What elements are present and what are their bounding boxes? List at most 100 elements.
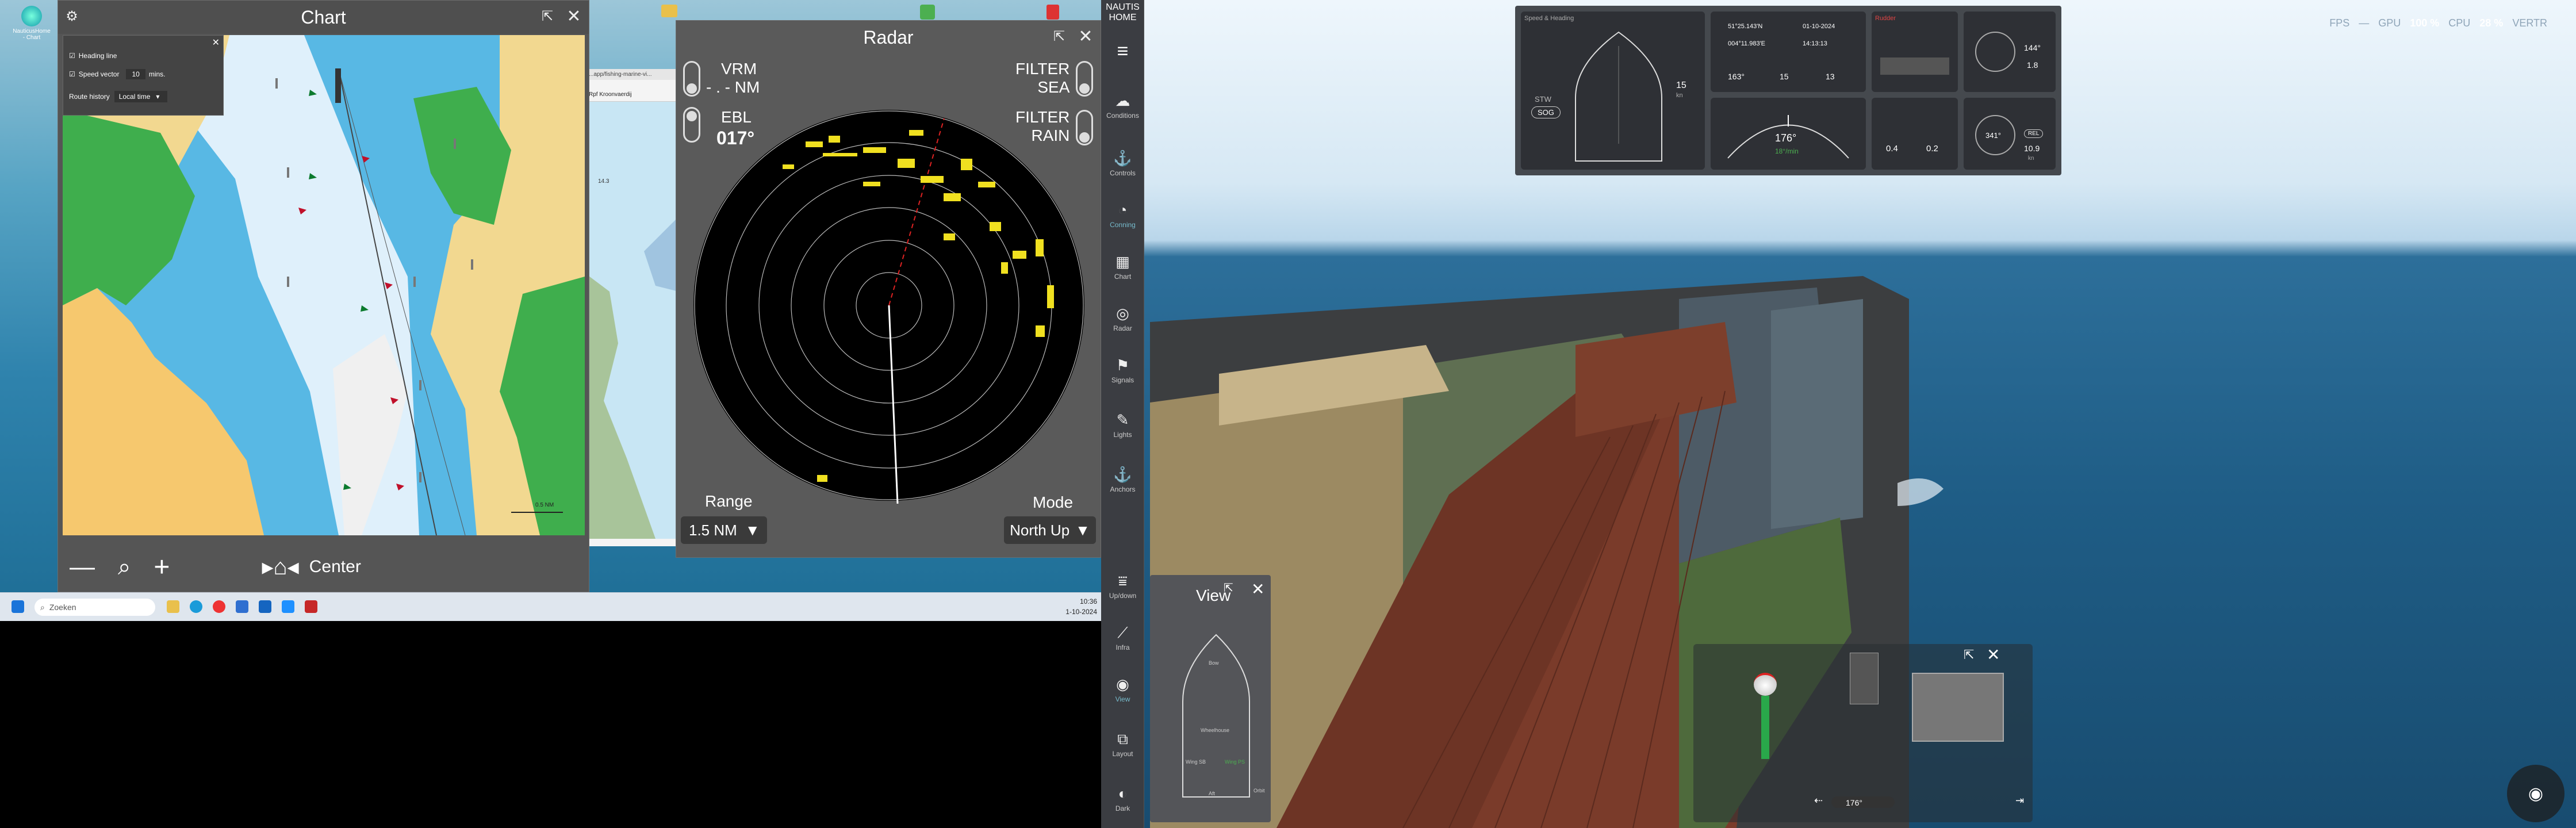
date-value: 01-10-2024 <box>1803 23 1835 30</box>
teams-icon[interactable] <box>282 600 294 613</box>
camera-view-button[interactable]: ◉ <box>2507 765 2564 822</box>
chart-settings-popup[interactable]: ✕ ☑ Heading line ☑ Speed vector 10 mins. R… <box>63 35 224 116</box>
popout-icon[interactable]: ⇱ <box>537 6 558 27</box>
gear-icon[interactable]: ⚙ <box>62 6 82 27</box>
heading-slider[interactable] <box>1831 796 1895 808</box>
clock-time: 10:36 <box>1079 597 1097 605</box>
gpu-value: 100 % <box>2410 17 2440 29</box>
search-icon[interactable]: ⌕ <box>118 554 131 580</box>
position-lat: 51°25.143'N <box>1728 23 1763 30</box>
zoom-in-icon[interactable]: + <box>154 551 170 583</box>
cog-value: 163° <box>1728 72 1745 81</box>
desktop-icon-pdf[interactable] <box>1046 5 1059 20</box>
sidebar-item-layout[interactable]: ⧉ Layout <box>1101 730 1144 758</box>
signal-icon: ⚑ <box>1116 356 1130 374</box>
windows-start-icon[interactable] <box>12 600 24 613</box>
store-icon[interactable] <box>236 600 248 613</box>
chevron-down-icon[interactable]: ▾ <box>156 93 159 101</box>
sog-button[interactable]: SOG <box>1531 106 1561 118</box>
wind-rel-button[interactable]: REL <box>2024 129 2044 138</box>
checkbox-heading-line[interactable]: ☑ <box>69 52 75 60</box>
sidebar-item-signals[interactable]: ⚑ Signals <box>1101 356 1144 384</box>
sidebar-label: Up/down <box>1109 592 1137 600</box>
chart-titlebar[interactable]: ⚙ Chart ⇱ ✕ <box>58 1 589 34</box>
rudder-lever[interactable] <box>1850 653 1879 704</box>
mode-dropdown[interactable]: North Up ▼ <box>1004 516 1096 544</box>
close-icon[interactable]: ✕ <box>564 6 584 27</box>
browser-tab[interactable]: Rpf Kroonvaerdij <box>586 88 678 102</box>
clock-date: 1-10-2024 <box>1065 608 1097 616</box>
chrome-icon[interactable] <box>213 600 225 613</box>
view-wheelhouse-label[interactable]: Wheelhouse <box>1201 727 1229 733</box>
sidebar-item-controls[interactable]: ⚓ Controls <box>1101 150 1144 177</box>
vrm-toggle[interactable] <box>683 61 700 97</box>
throttle-lever[interactable] <box>1761 696 1769 759</box>
radar-titlebar[interactable]: Radar ⇱ ✕ <box>676 21 1101 54</box>
desktop-shortcut[interactable]: NauticusHome - Chart <box>12 6 52 41</box>
speed-vector-row[interactable]: ☑ Speed vector 10 mins. <box>69 69 166 79</box>
speed-vector-input[interactable]: 10 <box>126 69 145 79</box>
taskbar-search[interactable]: ⌕ Zoeken <box>34 599 155 616</box>
sidebar-item-chart[interactable]: ▦ Chart <box>1101 253 1144 281</box>
checkbox-speed-vector[interactable]: ☑ <box>69 70 75 78</box>
view-bow-label[interactable]: Bow <box>1209 660 1219 666</box>
sidebar-label: View <box>1115 695 1130 703</box>
heading-line-row[interactable]: ☑ Heading line <box>69 52 117 60</box>
sidebar-item-dark[interactable]: ◐ Dark <box>1101 785 1144 812</box>
center-ship-icon[interactable]: ▸⌂◂ <box>262 554 298 580</box>
sidebar-item-conditions[interactable]: ☁ Conditions <box>1101 92 1144 120</box>
browser-url[interactable]: ...app/fishing-marine-vi... <box>586 69 678 80</box>
desktop-icon-folder[interactable] <box>661 5 677 17</box>
chart-window[interactable]: ⚙ Chart ⇱ ✕ 0.5 NM ✕ ☑ Heading line ☑ Sp… <box>57 0 589 592</box>
edge-icon[interactable] <box>190 600 202 613</box>
popout-icon[interactable]: ⇱ <box>1964 647 1974 662</box>
close-icon[interactable]: ✕ <box>1987 645 2000 664</box>
center-button[interactable]: Center <box>309 557 361 577</box>
browser-window[interactable]: ...app/fishing-marine-vi... Rpf Kroonvae… <box>586 69 678 546</box>
view-wing-sb-label[interactable]: Wing SB <box>1186 759 1206 765</box>
controls-panel[interactable]: ⇱ ✕ 176° ⇠ ⇥ <box>1693 644 2033 822</box>
thruster-control[interactable] <box>1912 673 2004 742</box>
popout-icon[interactable]: ⇱ <box>1224 581 1233 595</box>
filter-sea-toggle[interactable] <box>1076 61 1093 97</box>
radar-display[interactable] <box>691 107 1087 504</box>
nautis-icon[interactable] <box>305 600 317 613</box>
heading-value: 176° <box>1775 132 1797 144</box>
sidebar-item-infra[interactable]: ⟋ Infra <box>1101 624 1144 651</box>
compass-dial <box>1975 32 2015 72</box>
view-wing-ps-label[interactable]: Wing PS <box>1225 759 1245 765</box>
menu-icon[interactable]: ≡ <box>1101 40 1144 63</box>
view-panel[interactable]: View ⇱ ✕ Bow Wheelhouse Wing SB Wing PS … <box>1150 575 1271 822</box>
conning-panel[interactable]: ⇱ ✕ Speed & Heading STW SOG 15 kn 51°25.… <box>1515 6 2061 175</box>
route-history-select[interactable]: Local time <box>114 91 168 102</box>
radar-window[interactable]: Radar ⇱ ✕ VRM - . - NM EBL 017° FILTER S… <box>676 20 1101 558</box>
speed-heading-title: Speed & Heading <box>1524 15 1574 22</box>
cpu-value: 28 % <box>2479 17 2504 29</box>
zoom-out-icon[interactable]: — <box>70 553 95 581</box>
close-icon[interactable]: ✕ <box>1075 26 1096 47</box>
route-history-row[interactable]: Route history Local time ▾ <box>69 91 168 102</box>
sidebar-item-anchors[interactable]: ⚓ Anchors <box>1101 466 1144 493</box>
updown-icon: ⩸ <box>1118 572 1128 589</box>
sidebar-item-radar[interactable]: ◎ Radar <box>1101 305 1144 332</box>
view-aft-label[interactable]: Aft <box>1209 791 1215 796</box>
file-explorer-icon[interactable] <box>167 600 179 613</box>
left-arrow-icon[interactable]: ⇠ <box>1814 795 1823 807</box>
wind-speed-value: 1.8 <box>2027 60 2038 70</box>
view-orbit-label[interactable]: Orbit <box>1254 788 1265 793</box>
close-icon[interactable]: ✕ <box>1251 580 1264 599</box>
range-dropdown[interactable]: 1.5 NM ▼ <box>681 516 767 544</box>
sidebar-item-lights[interactable]: ✎ Lights <box>1101 411 1144 439</box>
desktop-shortcut-label: NauticusHome - Chart <box>13 28 51 41</box>
sidebar-item-view[interactable]: ◉ View <box>1101 676 1144 703</box>
popout-icon[interactable]: ⇱ <box>1049 26 1070 47</box>
throttle-handle[interactable] <box>1754 673 1777 696</box>
sidebar-item-updown[interactable]: ⩸ Up/down <box>1101 572 1144 600</box>
outlook-icon[interactable] <box>259 600 271 613</box>
close-icon[interactable]: ✕ <box>212 37 220 48</box>
nautis-home[interactable]: NAUTIS HOME <box>1101 2 1144 23</box>
desktop-icon-app[interactable] <box>920 5 935 20</box>
taskbar-clock[interactable]: 10:36 1-10-2024 <box>1065 596 1097 617</box>
sidebar-item-conning[interactable]: ◔ Conning <box>1101 201 1144 229</box>
right-arrow-icon[interactable]: ⇥ <box>2015 795 2024 807</box>
